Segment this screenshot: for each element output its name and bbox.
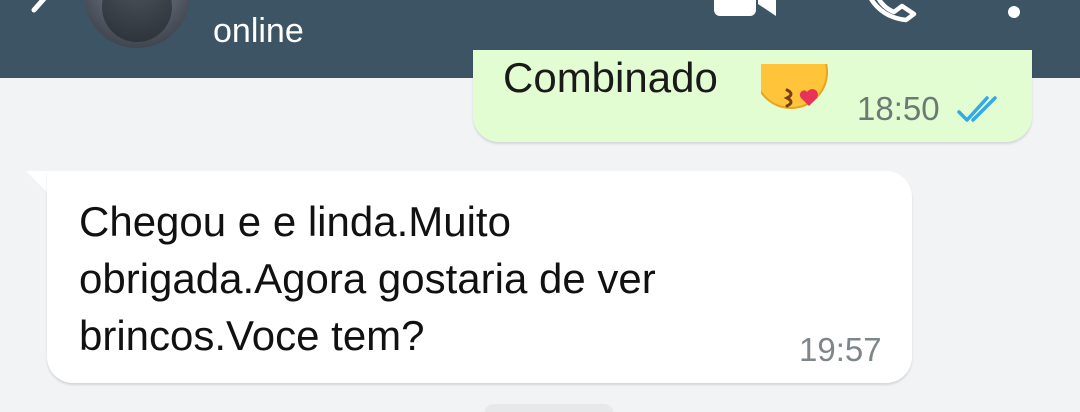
contact-status: online xyxy=(213,12,304,50)
outgoing-message[interactable]: Combinado 18:50 xyxy=(473,50,1032,142)
message-text: Chegou e e linda.Muito obrigada.Agora go… xyxy=(79,193,799,364)
message-time: 18:50 xyxy=(857,90,940,127)
message-line: Chegou e e linda.Muito xyxy=(79,198,511,245)
more-options-icon[interactable] xyxy=(1000,0,1028,20)
message-text: Combinado xyxy=(503,54,718,101)
voice-call-icon[interactable] xyxy=(862,0,918,24)
read-receipt-icon xyxy=(957,96,997,122)
message-line: brincos.Voce tem? xyxy=(79,312,425,359)
incoming-message[interactable]: Chegou e e linda.Muito obrigada.Agora go… xyxy=(47,171,912,383)
avatar[interactable] xyxy=(84,0,190,48)
message-line: obrigada.Agora gostaria de ver xyxy=(79,255,656,302)
video-call-icon[interactable] xyxy=(712,0,778,22)
kiss-emoji-icon xyxy=(761,64,828,109)
back-arrow-icon[interactable] xyxy=(22,0,62,28)
message-time: 19:57 xyxy=(799,331,882,368)
next-item-peek xyxy=(484,404,614,412)
